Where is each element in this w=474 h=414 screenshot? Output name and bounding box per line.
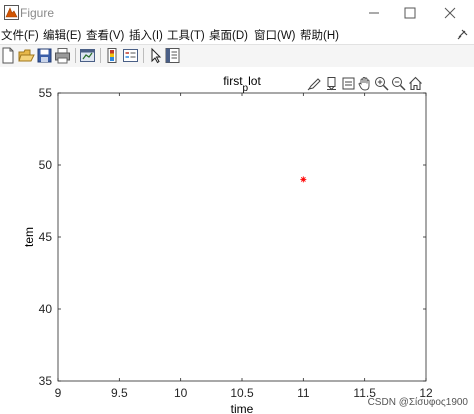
y-tick-label: 55	[39, 86, 53, 100]
axes-box	[57, 92, 427, 382]
data-tips-icon[interactable]	[324, 76, 339, 91]
y-tick-label: 45	[39, 230, 53, 244]
y-axis-label: tem	[22, 227, 36, 247]
y-tick-label: 35	[39, 374, 53, 388]
brush-icon[interactable]	[307, 76, 322, 91]
x-axis-label: time	[231, 402, 254, 414]
y-tick-label: 40	[39, 302, 53, 316]
export-icon[interactable]	[341, 76, 356, 91]
plot-axes[interactable]: 9 9.5 10 10.5 11 11.5 12 3540455055 firstplot …	[0, 0, 474, 414]
zoom-in-icon[interactable]	[374, 76, 389, 91]
x-tick-label: 10	[174, 386, 188, 400]
x-tick-label: 9	[55, 386, 62, 400]
x-tick-label: 9.5	[111, 386, 128, 400]
x-tick-label: 10.5	[230, 386, 254, 400]
zoom-out-icon[interactable]	[391, 76, 406, 91]
chart-title: firstplot	[223, 74, 261, 94]
pan-icon[interactable]	[357, 76, 372, 91]
x-tick-label: 11	[297, 386, 310, 400]
chart-title-main: first	[223, 74, 243, 88]
watermark-text: CSDN @Σίσυφος1900	[367, 397, 468, 408]
chart-title-tail: lot	[248, 74, 261, 88]
home-icon[interactable]	[408, 76, 423, 91]
y-tick-label: 50	[39, 158, 53, 172]
